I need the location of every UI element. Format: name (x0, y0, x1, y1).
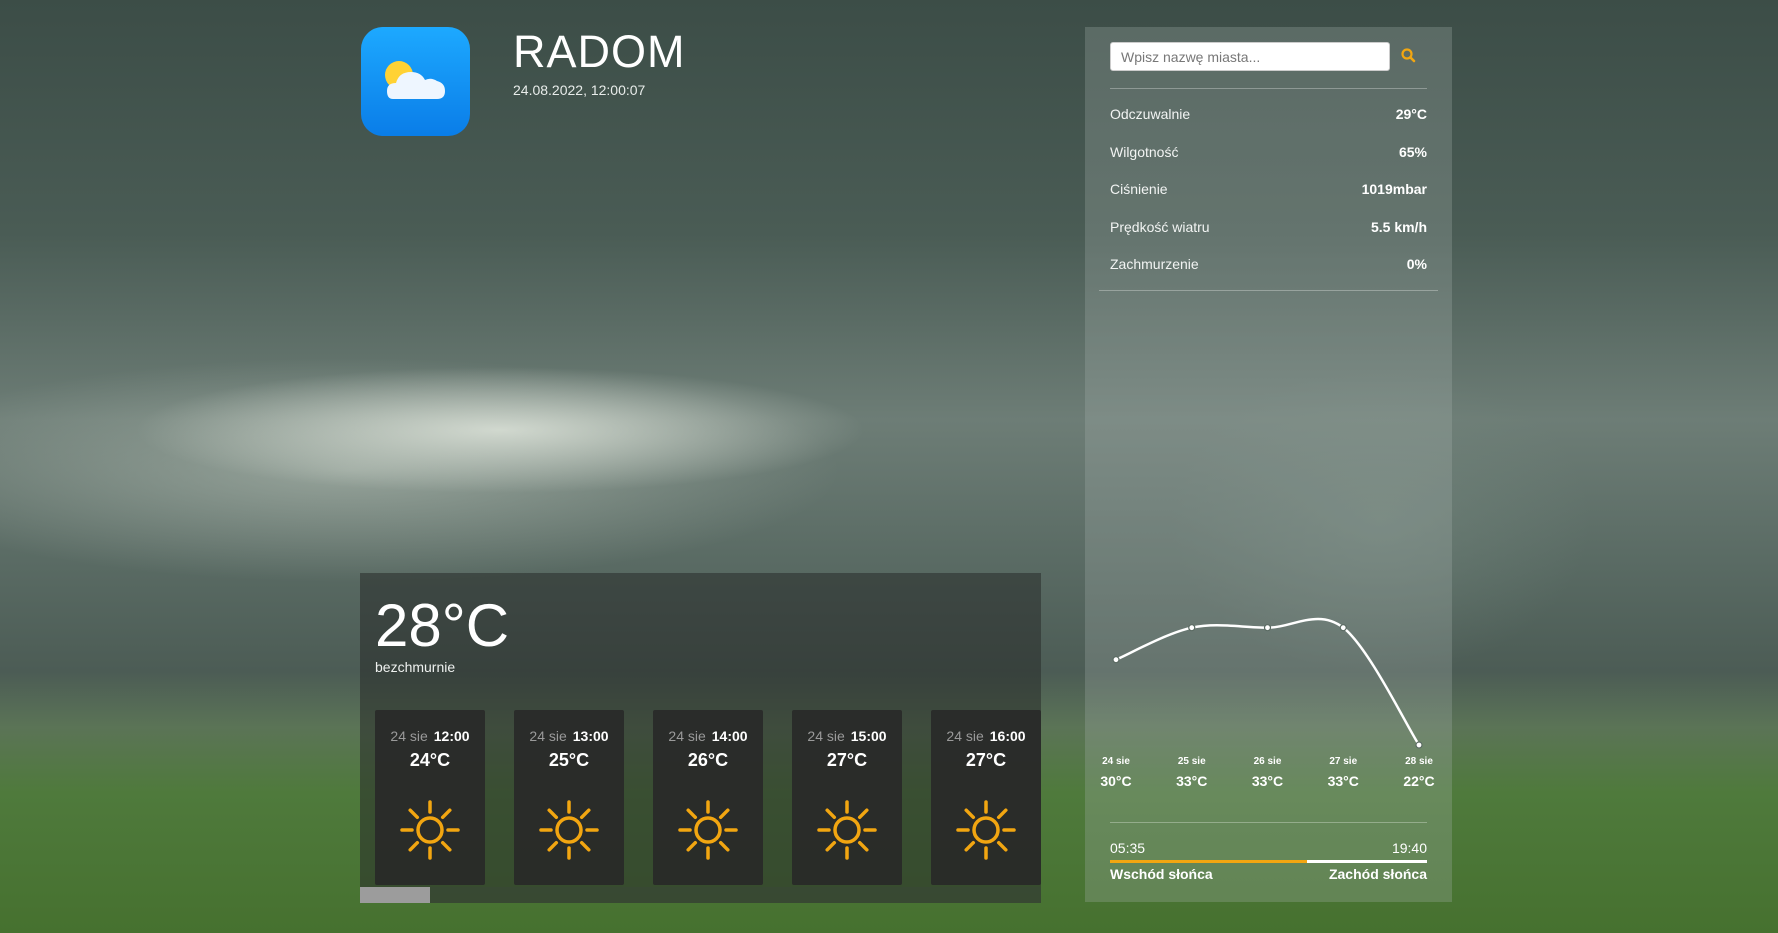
details-panel: Odczuwalnie29°CWilgotność65%Ciśnienie101… (1085, 27, 1452, 902)
sun-icon (956, 800, 1016, 860)
chart-value-label: 33°C (1252, 773, 1283, 789)
chart-point (1112, 656, 1120, 664)
sunrise-label: Wschód słońca (1110, 866, 1213, 882)
chart-x-label: 24 sie (1102, 756, 1130, 767)
chart-point (1188, 624, 1196, 632)
chart-x-label: 26 sie (1254, 756, 1282, 767)
current-datetime: 24.08.2022, 12:00:07 (513, 82, 646, 98)
city-name: RADOM (513, 26, 686, 77)
daylight-progress-fill (1110, 860, 1307, 863)
hourly-temperature: 24°C (409, 750, 451, 770)
app-logo (361, 27, 470, 136)
temperature-line (1115, 617, 1421, 746)
sunset-time: 19:40 (1391, 840, 1427, 856)
sun-icon (817, 800, 877, 860)
hourly-card: 24 sie 16:00 27°C (931, 710, 1041, 885)
chart-point (1339, 624, 1347, 632)
hourly-datetime: 24 sie 14:00 (653, 728, 763, 744)
chart-point (1415, 741, 1423, 749)
hourly-card: 24 sie 12:00 24°C (375, 710, 485, 885)
hourly-datetime: 24 sie 13:00 (514, 728, 624, 744)
sun-icon (400, 800, 460, 860)
hourly-card: 24 sie 13:00 25°C (514, 710, 624, 885)
hourly-temperature: 25°C (548, 750, 590, 770)
chart-x-label: 27 sie (1329, 756, 1357, 767)
chart-point (1263, 624, 1272, 632)
hourly-temperature: 27°C (965, 750, 1007, 770)
hourly-time: 15:00 (850, 728, 887, 744)
daylight-progress-bar (1110, 860, 1427, 863)
sun-icon (678, 800, 738, 860)
hourly-time: 16:00 (989, 728, 1026, 744)
chart-value-label: 33°C (1328, 773, 1359, 789)
chart-value-label: 33°C (1176, 773, 1207, 789)
temperature-chart: 24 sie 30°C 25 sie 33°C 26 sie 33°C 27 sie 33°C… (1100, 617, 1435, 789)
sun-labels: Wschód słońca Zachód słońca (1110, 866, 1427, 884)
current-temperature: 28°C (375, 592, 510, 659)
chart-value-label: 30°C (1100, 773, 1131, 789)
partly-cloudy-icon (385, 61, 445, 99)
hourly-date: 24 sie (529, 728, 567, 744)
sunrise-time: 05:35 (1110, 840, 1146, 856)
hourly-date: 24 sie (807, 728, 845, 744)
current-weather-panel: 28°C bezchmurnie 24 sie 12:00 24°C 24 sie 13… (360, 573, 1041, 903)
hourly-date: 24 sie (946, 728, 984, 744)
hourly-date: 24 sie (668, 728, 706, 744)
hourly-scrollbar[interactable] (360, 887, 1041, 903)
hourly-temperature: 26°C (687, 750, 729, 770)
hourly-datetime: 24 sie 15:00 (792, 728, 902, 744)
sun-times: 05:35 19:40 (1110, 840, 1427, 858)
scrollbar-thumb[interactable] (360, 887, 430, 903)
current-description: bezchmurnie (375, 659, 456, 675)
sun-icon (539, 800, 599, 860)
hourly-date: 24 sie (390, 728, 428, 744)
chart-x-label: 25 sie (1178, 756, 1206, 767)
sunset-label: Zachód słońca (1328, 866, 1427, 882)
hourly-datetime: 24 sie 12:00 (375, 728, 485, 744)
hourly-datetime: 24 sie 16:00 (931, 728, 1041, 744)
hourly-time: 14:00 (711, 728, 748, 744)
hourly-time: 12:00 (433, 728, 470, 744)
hourly-card: 24 sie 14:00 26°C (653, 710, 763, 885)
divider (1110, 822, 1427, 823)
chart-value-label: 22°C (1403, 773, 1434, 789)
hourly-temperature: 27°C (826, 750, 868, 770)
chart-x-label: 28 sie (1405, 756, 1433, 767)
hourly-time: 13:00 (572, 728, 609, 744)
hourly-card: 24 sie 15:00 27°C (792, 710, 902, 885)
